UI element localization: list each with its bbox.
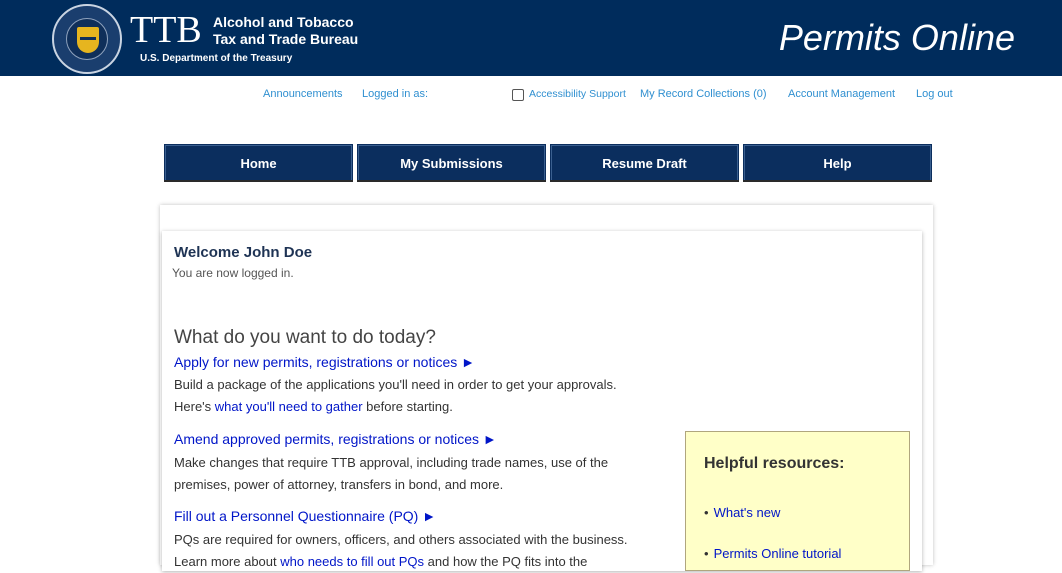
logout-link[interactable]: Log out [916, 88, 953, 100]
nav-home-button[interactable]: Home [164, 144, 353, 182]
amend-description-line1: Make changes that require TTB approval, … [174, 455, 609, 470]
helpful-resources-box: Helpful resources: • What's new • Permits … [685, 431, 910, 571]
pq-description-line1: PQs are required for owners, officers, a… [174, 532, 628, 547]
agency-name: Alcohol and Tobacco Tax and Trade Bureau [213, 14, 359, 47]
resource-item[interactable]: • Permits Online tutorial [704, 546, 841, 561]
bullet-icon: • [704, 546, 709, 561]
pq-description-line2: Learn more about who needs to fill out P… [174, 554, 588, 569]
treasury-seal-icon [52, 4, 122, 74]
login-status: You are now logged in. [172, 266, 294, 280]
apply-description: Build a package of the applications you'… [174, 377, 617, 392]
accessibility-checkbox[interactable] [512, 89, 524, 101]
department-name: U.S. Department of the Treasury [140, 53, 293, 64]
apply-new-permits-link[interactable]: Apply for new permits, registrations or … [174, 354, 475, 370]
site-header: TTB Alcohol and Tobacco Tax and Trade Bu… [0, 0, 1062, 76]
nav-submissions-button[interactable]: My Submissions [357, 144, 546, 182]
announcements-link[interactable]: Announcements [263, 88, 343, 100]
app-title: Permits Online [778, 17, 1015, 58]
agency-logo-text: TTB [130, 9, 202, 51]
personnel-questionnaire-link[interactable]: Fill out a Personnel Questionnaire (PQ) … [174, 508, 436, 524]
account-management-link[interactable]: Account Management [788, 88, 895, 100]
user-name: John Doe [243, 244, 313, 261]
nav-help-button[interactable]: Help [743, 144, 932, 182]
who-needs-pq-link[interactable]: who needs to fill out PQs [280, 554, 424, 569]
logged-in-label: Logged in as: [362, 88, 429, 100]
resources-title: Helpful resources: [704, 455, 845, 472]
amend-description-line2: premises, power of attorney, transfers i… [174, 477, 504, 492]
record-collections-link[interactable]: My Record Collections (0) [640, 88, 767, 100]
resource-item[interactable]: • What's new [704, 505, 780, 520]
bullet-icon: • [704, 505, 709, 520]
apply-gather-line: Here's what you'll need to gather before… [174, 399, 453, 414]
amend-permits-link[interactable]: Amend approved permits, registrations or… [174, 431, 497, 447]
section-heading: What do you want to do today? [174, 327, 436, 348]
welcome-heading: Welcome John Doe [174, 244, 313, 261]
accessibility-support-link[interactable]: Accessibility Support [529, 88, 626, 100]
gather-requirements-link[interactable]: what you'll need to gather [215, 399, 363, 414]
nav-resume-draft-button[interactable]: Resume Draft [550, 144, 739, 182]
